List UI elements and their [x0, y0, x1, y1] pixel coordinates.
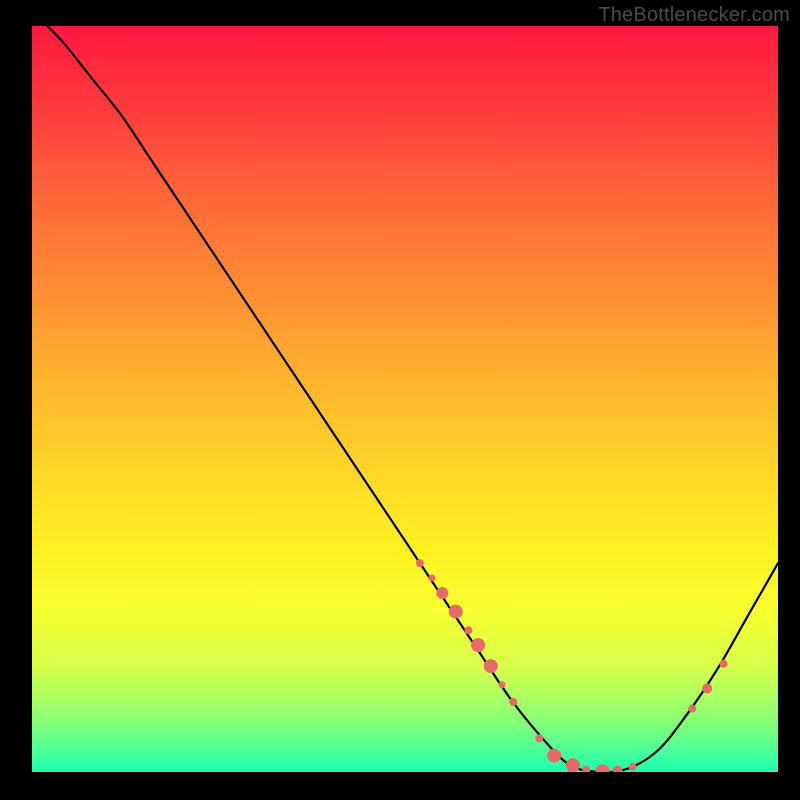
data-marker [720, 660, 728, 668]
data-marker [566, 758, 580, 772]
data-marker [449, 605, 463, 619]
data-marker [471, 638, 485, 652]
bottleneck-curve [32, 26, 778, 772]
curve-svg [32, 26, 778, 772]
data-marker [629, 763, 637, 771]
chart-container: TheBottlenecker.com [0, 0, 800, 800]
attribution-label: TheBottlenecker.com [598, 4, 790, 27]
data-marker [484, 659, 498, 673]
data-marker [688, 705, 696, 713]
data-marker [547, 749, 561, 763]
data-marker [702, 683, 712, 693]
plot-gradient-area [32, 26, 778, 772]
data-marker [596, 764, 610, 772]
data-marker [582, 766, 590, 772]
markers-group [416, 559, 728, 772]
data-marker [509, 698, 517, 706]
data-marker [436, 587, 448, 599]
data-marker [416, 559, 424, 567]
data-marker [613, 766, 623, 772]
data-marker [464, 626, 472, 634]
data-marker [498, 681, 505, 688]
data-marker [535, 734, 543, 742]
data-marker [428, 575, 435, 582]
